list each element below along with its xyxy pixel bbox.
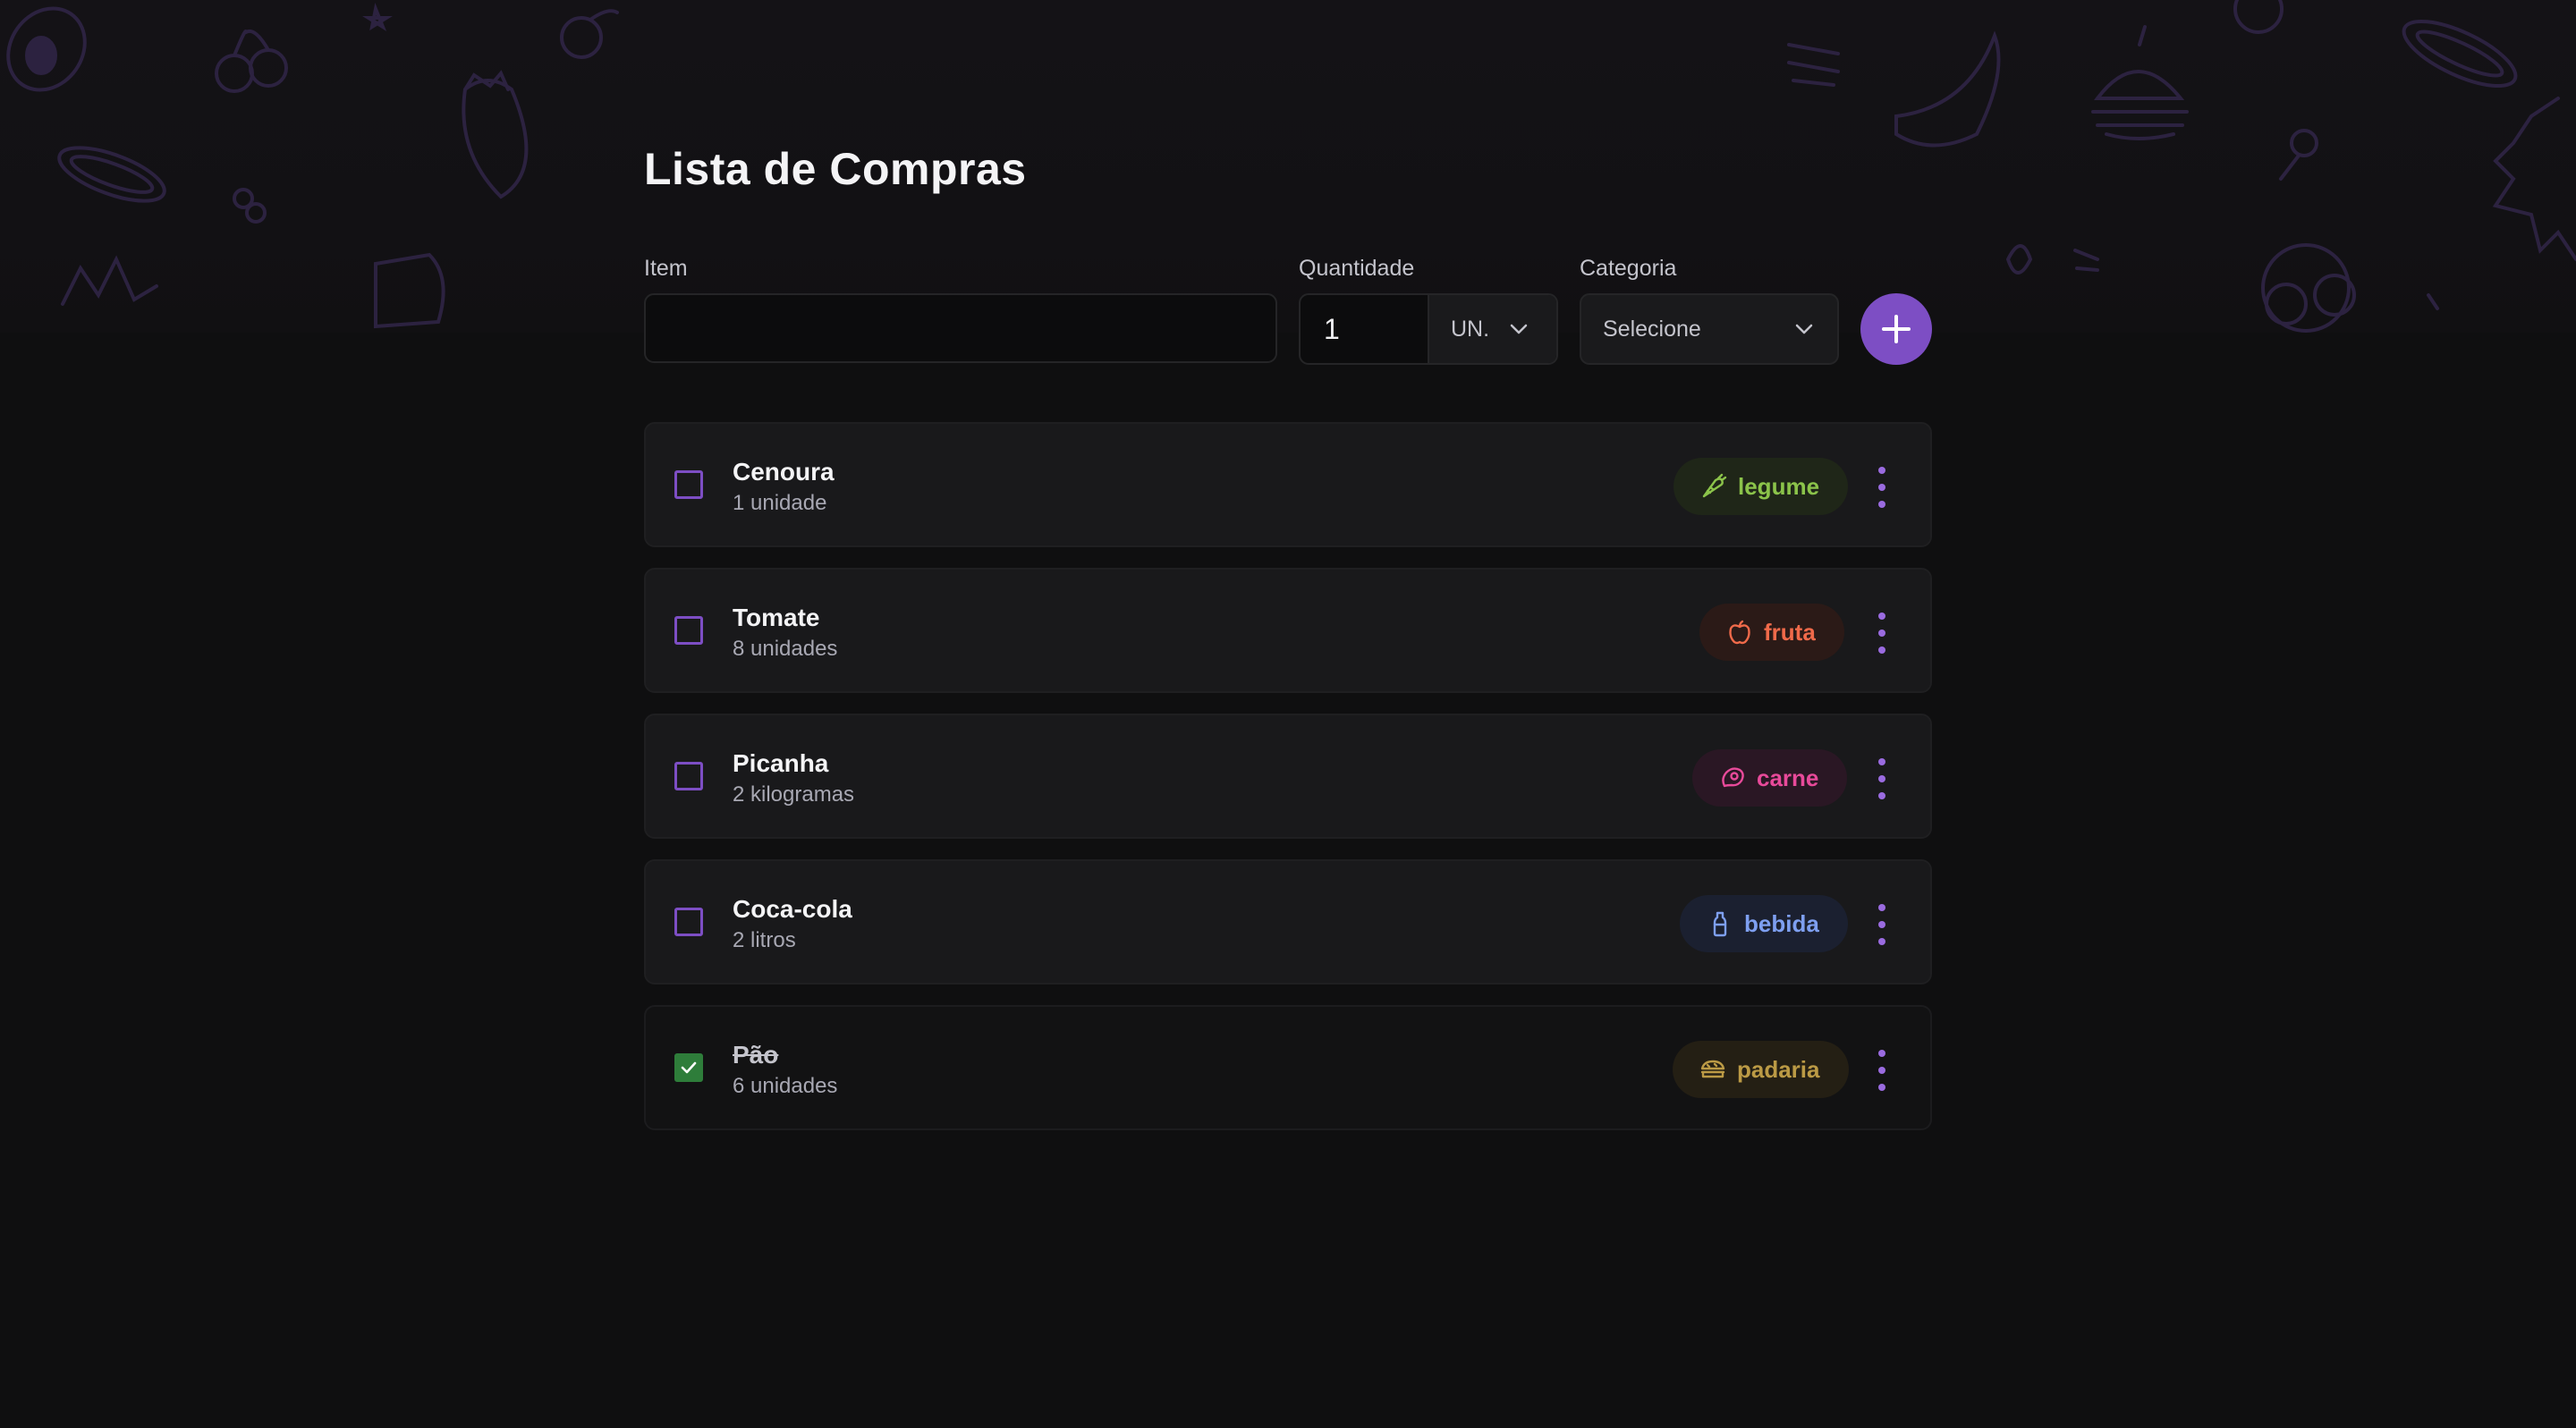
list-item: Tomate 8 unidades fruta bbox=[644, 568, 1932, 693]
item-menu-button[interactable] bbox=[1877, 1050, 1887, 1091]
steak-icon bbox=[1722, 767, 1744, 788]
item-name: Cenoura bbox=[733, 458, 835, 486]
sandwich-icon bbox=[1700, 1060, 1725, 1078]
category-badge-label: padaria bbox=[1737, 1055, 1820, 1083]
category-badge: legume bbox=[1674, 458, 1849, 515]
category-badge-label: carne bbox=[1757, 764, 1819, 791]
plus-icon bbox=[1882, 315, 1911, 343]
item-checkbox[interactable] bbox=[674, 908, 703, 936]
item-name: Pão bbox=[733, 1041, 779, 1069]
chevron-down-icon bbox=[1510, 324, 1528, 334]
quantity-group: 1 UN. bbox=[1299, 293, 1558, 365]
category-select-value: Selecione bbox=[1603, 316, 1701, 342]
carrot-icon bbox=[1702, 473, 1727, 498]
item-menu-button[interactable] bbox=[1877, 467, 1887, 508]
bottle-icon bbox=[1713, 911, 1727, 937]
category-field-label: Categoria bbox=[1580, 256, 1677, 281]
category-badge: padaria bbox=[1673, 1041, 1849, 1098]
item-quantity: 1 unidade bbox=[733, 491, 827, 515]
unit-select-value: UN. bbox=[1451, 316, 1490, 342]
item-input[interactable] bbox=[644, 293, 1277, 363]
item-quantity: 8 unidades bbox=[733, 637, 838, 661]
category-badge-label: legume bbox=[1738, 472, 1820, 500]
category-badge: bebida bbox=[1680, 895, 1848, 952]
list-item: Cenoura 1 unidade legume bbox=[644, 422, 1932, 547]
item-name: Coca-cola bbox=[733, 895, 852, 923]
apple-icon bbox=[1729, 620, 1750, 645]
category-badge-label: fruta bbox=[1764, 618, 1816, 646]
category-badge: carne bbox=[1692, 749, 1848, 807]
item-checkbox[interactable] bbox=[674, 616, 703, 645]
quantity-input[interactable]: 1 bbox=[1301, 295, 1428, 363]
category-badge-label: bebida bbox=[1744, 909, 1819, 937]
item-menu-button[interactable] bbox=[1877, 758, 1887, 799]
item-checkbox[interactable] bbox=[674, 762, 703, 790]
check-icon bbox=[681, 1061, 697, 1074]
item-field-label: Item bbox=[644, 256, 688, 281]
item-menu-button[interactable] bbox=[1877, 904, 1887, 945]
chevron-down-icon bbox=[1795, 324, 1813, 334]
item-menu-button[interactable] bbox=[1877, 613, 1887, 654]
item-name: Picanha bbox=[733, 749, 829, 777]
item-quantity: 2 kilogramas bbox=[733, 782, 855, 807]
category-select[interactable]: Selecione bbox=[1580, 293, 1839, 365]
item-name: Tomate bbox=[733, 604, 820, 631]
category-badge: fruta bbox=[1699, 604, 1844, 661]
item-checkbox[interactable] bbox=[674, 470, 703, 499]
item-quantity: 6 unidades bbox=[733, 1074, 838, 1098]
header-doodle-background bbox=[0, 0, 2576, 333]
add-item-button[interactable] bbox=[1860, 293, 1932, 365]
list-item: Pão 6 unidades padaria bbox=[644, 1005, 1932, 1130]
page-title: Lista de Compras bbox=[644, 144, 1027, 194]
quantity-field-label: Quantidade bbox=[1299, 256, 1415, 281]
list-item: Picanha 2 kilogramas carne bbox=[644, 714, 1932, 839]
list-item: Coca-cola 2 litros bebida bbox=[644, 859, 1932, 984]
item-quantity: 2 litros bbox=[733, 928, 796, 952]
unit-select[interactable]: UN. bbox=[1428, 295, 1556, 363]
item-checkbox[interactable] bbox=[674, 1053, 703, 1082]
